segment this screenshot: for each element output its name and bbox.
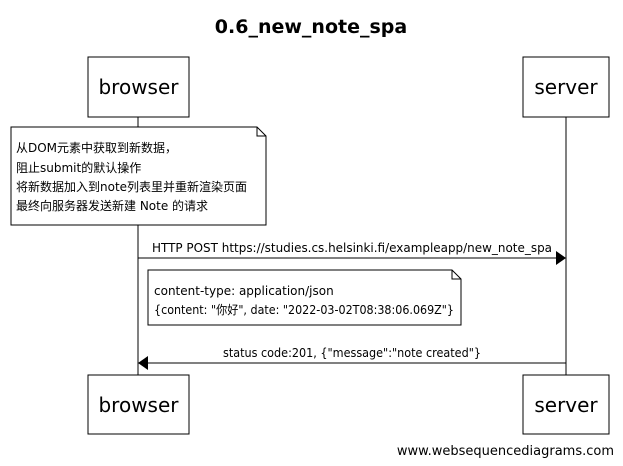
note-browser-line-3: 将新数据加入到note列表里并重新渲染页面 (16, 179, 247, 194)
sequence-diagram: 0.6_new_note_spa browser server 从DOM元素中获… (10, 16, 614, 459)
note-request-line-2: {content: "你好", date: "2022-03-02T08:38:… (154, 303, 454, 317)
note-browser-line-4: 最终向服务器发送新建 Note 的请求 (16, 198, 208, 213)
participant-browser-top: browser (87, 56, 190, 118)
note-request: content-type: application/json {content:… (147, 269, 462, 326)
message-status-response: status code:201, {"message":"note create… (138, 346, 566, 370)
diagram-title: 0.6_new_note_spa (215, 16, 407, 38)
note-browser: 从DOM元素中获取到新数据， 阻止submit的默认操作 将新数据加入到note… (10, 126, 267, 226)
message-status-response-label: status code:201, {"message":"note create… (223, 346, 481, 360)
footer-watermark: www.websequencediagrams.com (397, 444, 614, 459)
note-browser-line-2: 阻止submit的默认操作 (16, 160, 141, 175)
participant-server-top: server (522, 56, 610, 118)
message-http-post: HTTP POST https://studies.cs.helsinki.fi… (138, 241, 566, 265)
participant-server-top-label: server (534, 75, 598, 99)
participant-server-bottom-label: server (534, 393, 598, 417)
participant-browser-bottom: browser (87, 374, 190, 435)
note-request-line-1: content-type: application/json (154, 284, 334, 298)
participant-server-bottom: server (522, 374, 610, 435)
note-browser-line-1: 从DOM元素中获取到新数据， (16, 140, 177, 155)
message-http-post-label: HTTP POST https://studies.cs.helsinki.fi… (152, 241, 552, 255)
arrowhead-right-icon (556, 251, 566, 265)
participant-browser-top-label: browser (98, 75, 179, 99)
arrowhead-left-icon (138, 356, 148, 370)
participant-browser-bottom-label: browser (98, 393, 179, 417)
